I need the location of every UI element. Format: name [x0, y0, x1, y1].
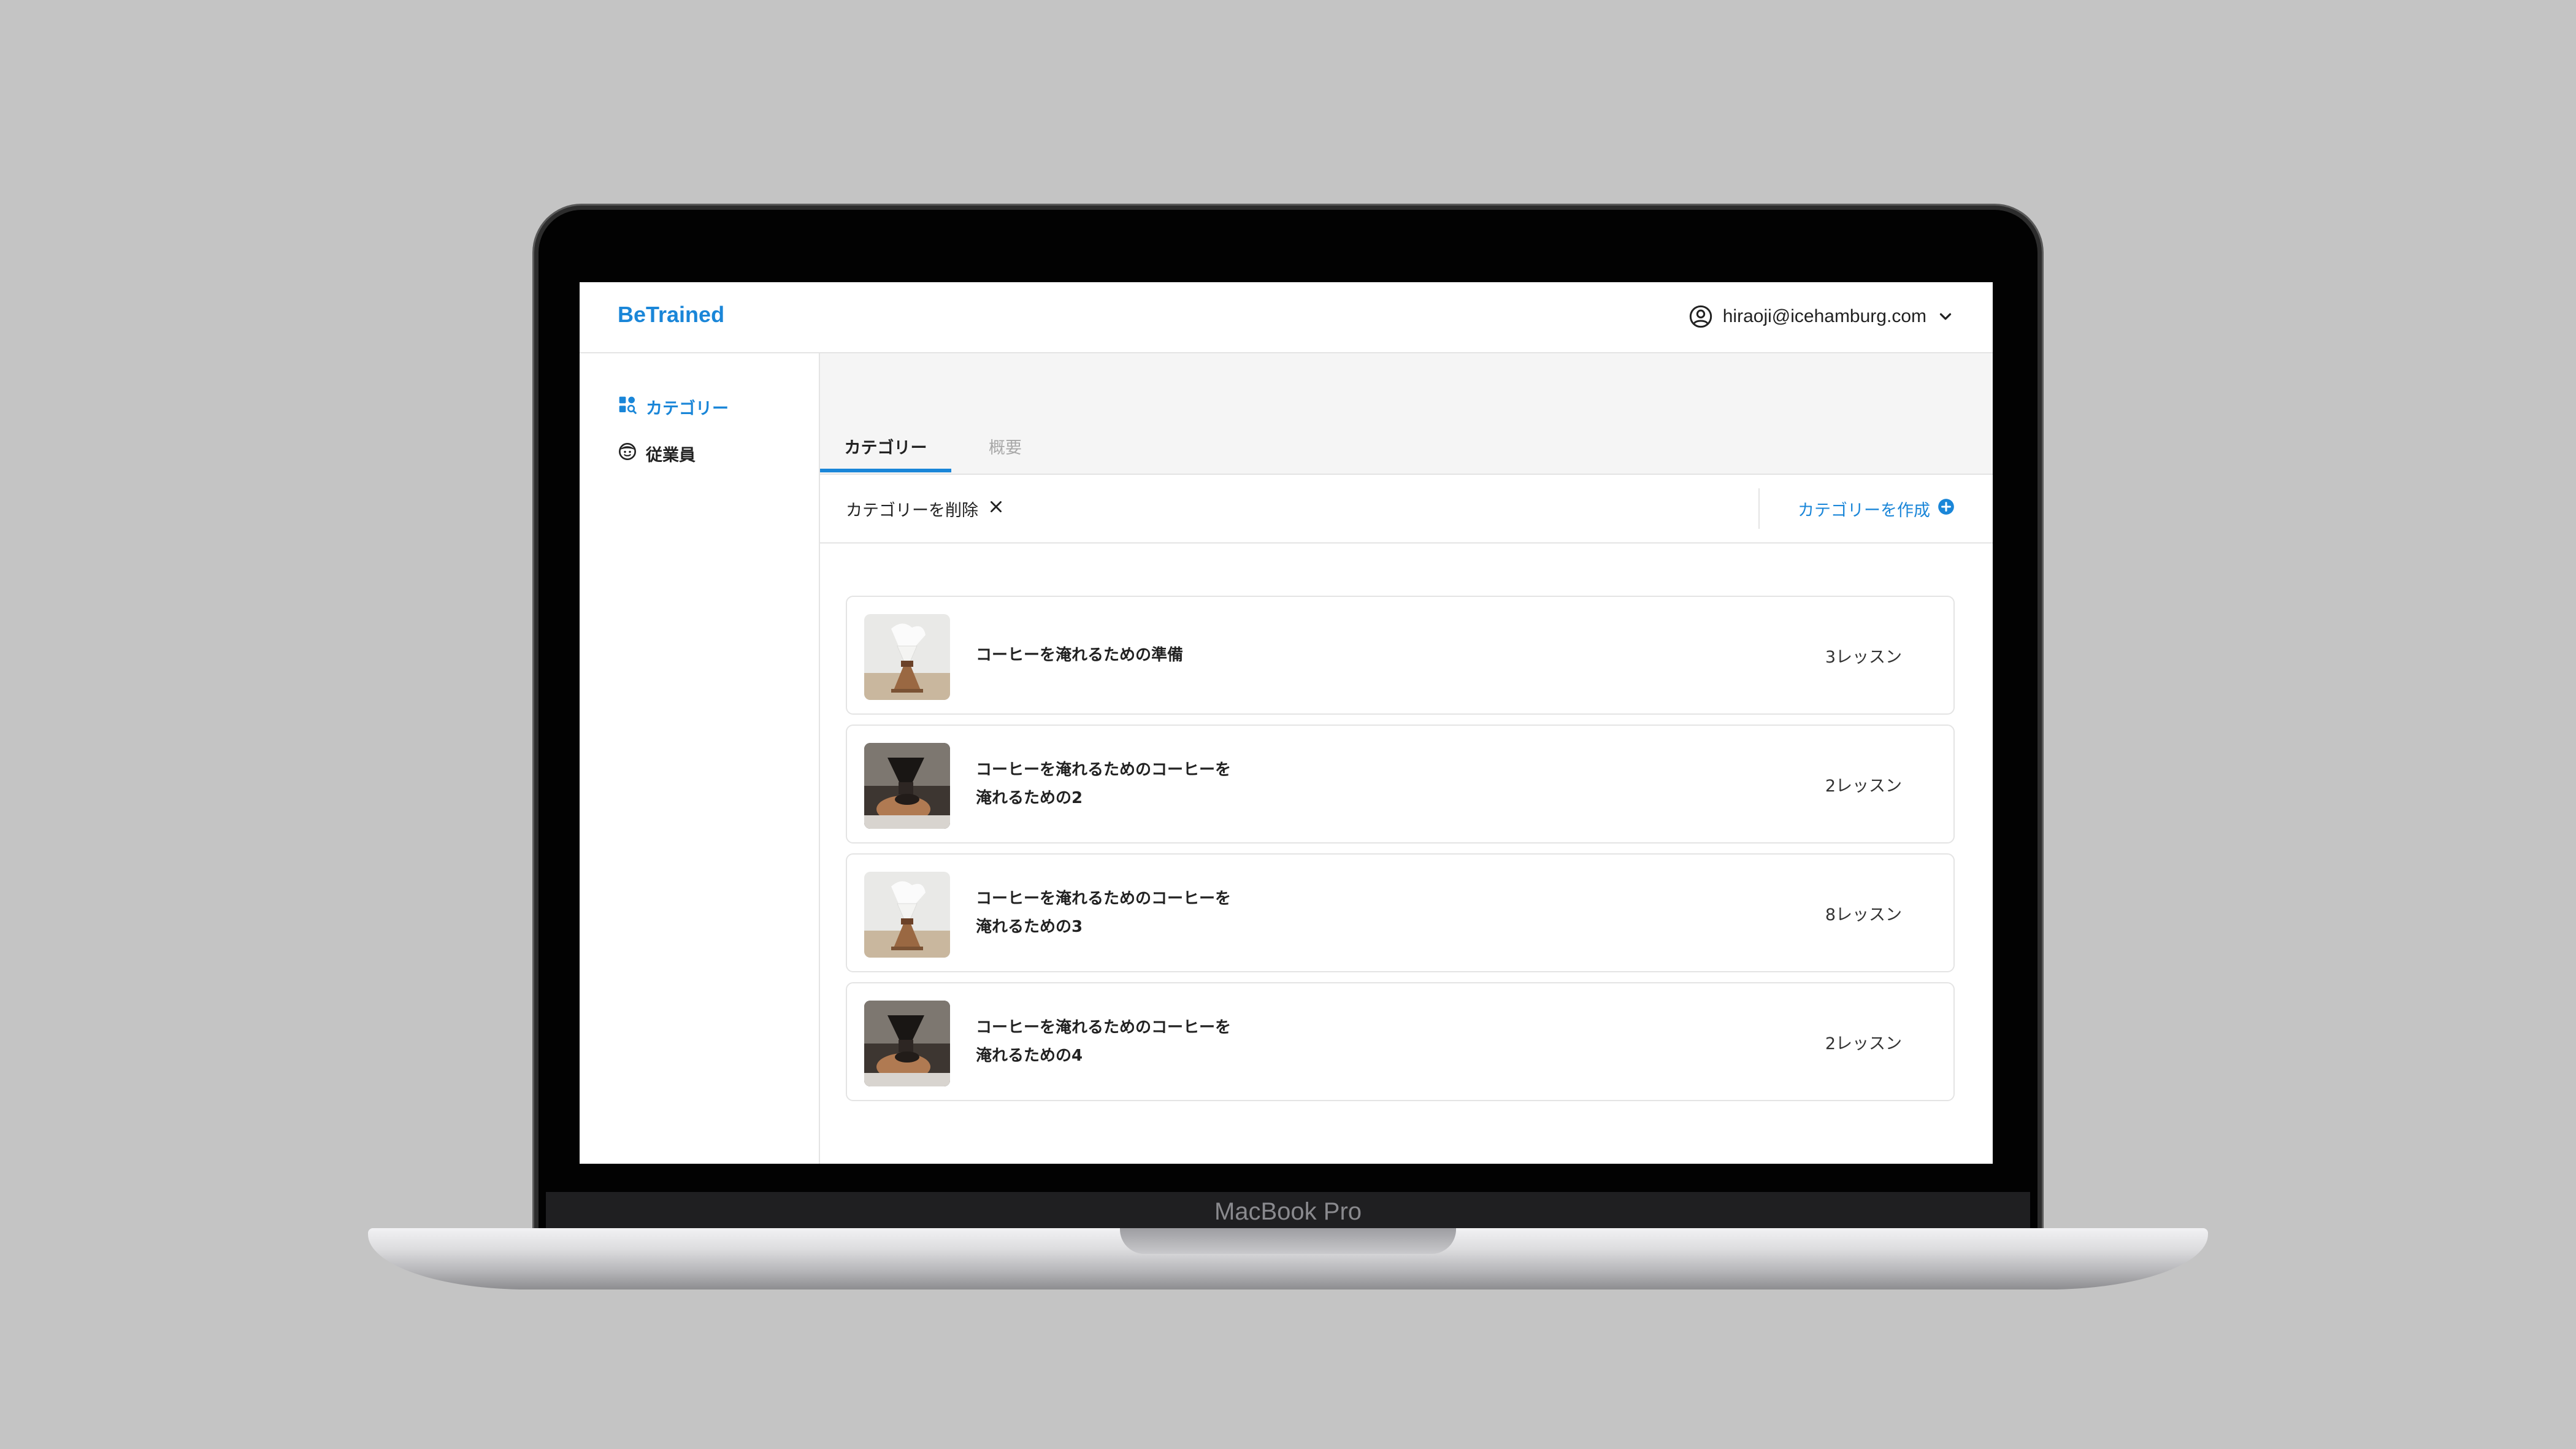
category-title: コーヒーを淹れるためのコーヒーを 淹れるための3 [976, 890, 1232, 936]
category-title: コーヒーを淹れるためのコーヒーを 淹れるための2 [976, 761, 1232, 807]
employee-icon [618, 442, 637, 466]
user-menu[interactable]: hiraoji@icehamburg.com [1689, 303, 1955, 330]
category-card[interactable]: コーヒーを淹れるための準備 3レッスン [846, 596, 1955, 715]
delete-category-button[interactable]: カテゴリーを削除 [846, 493, 1004, 524]
lesson-count: 8レッスン [1825, 905, 1902, 924]
sidebar-item-label: 従業員 [646, 446, 696, 465]
close-icon [988, 499, 1004, 519]
create-category-label: カテゴリーを作成 [1798, 501, 1930, 520]
plus-circle-icon [1938, 498, 1955, 520]
sidebar-item-categories[interactable]: カテゴリー [618, 395, 729, 419]
coffee-thumbnail [864, 743, 950, 829]
sidebar: カテゴリー 従業員 [580, 353, 820, 1164]
category-card[interactable]: コーヒーを淹れるためのコーヒーを 淹れるための2 2レッスン [846, 724, 1955, 844]
coffee-thumbnail [864, 872, 950, 958]
top-bar: BeTrained hiraoji@icehamburg.com [580, 282, 1993, 353]
app-screen: BeTrained hiraoji@icehamburg.com カテゴリー 従… [580, 282, 1993, 1164]
category-title: コーヒーを淹れるための準備 [976, 646, 1184, 664]
coffee-thumbnail [864, 614, 950, 700]
coffee-thumbnail [864, 1001, 950, 1086]
sidebar-item-label: カテゴリー [646, 399, 729, 418]
category-card[interactable]: コーヒーを淹れるためのコーヒーを 淹れるための4 2レッスン [846, 982, 1955, 1101]
category-icon [618, 395, 637, 419]
category-card[interactable]: コーヒーを淹れるためのコーヒーを 淹れるための3 8レッスン [846, 853, 1955, 972]
sidebar-item-employees[interactable]: 従業員 [618, 442, 696, 466]
user-icon [1689, 304, 1713, 329]
create-category-button[interactable]: カテゴリーを作成 [1798, 493, 1955, 524]
action-divider [1758, 488, 1760, 529]
lesson-count: 2レッスン [1825, 776, 1902, 796]
laptop-notch [1120, 1228, 1456, 1254]
main-content: カテゴリー 概要 カテゴリーを削除 カテゴリーを作成 コーヒーを淹れるための準備… [820, 353, 1993, 1164]
lesson-count: 2レッスン [1825, 1034, 1902, 1053]
category-title: コーヒーを淹れるためのコーヒーを 淹れるための4 [976, 1018, 1232, 1065]
tab-overview[interactable]: 概要 [967, 434, 1043, 472]
action-bar: カテゴリーを削除 カテゴリーを作成 [820, 475, 1993, 544]
lesson-count: 3レッスン [1825, 647, 1902, 667]
category-list: コーヒーを淹れるための準備 3レッスン コーヒーを淹れるためのコーヒーを 淹れる… [846, 596, 1955, 1111]
tab-bar: カテゴリー 概要 [820, 353, 1993, 475]
user-email: hiraoji@icehamburg.com [1722, 306, 1926, 326]
device-label: MacBook Pro [1214, 1198, 1362, 1225]
brand-logo[interactable]: BeTrained [618, 302, 724, 328]
chevron-down-icon[interactable] [1936, 307, 1955, 326]
delete-category-label: カテゴリーを削除 [846, 501, 978, 520]
tab-categories[interactable]: カテゴリー [820, 434, 951, 472]
